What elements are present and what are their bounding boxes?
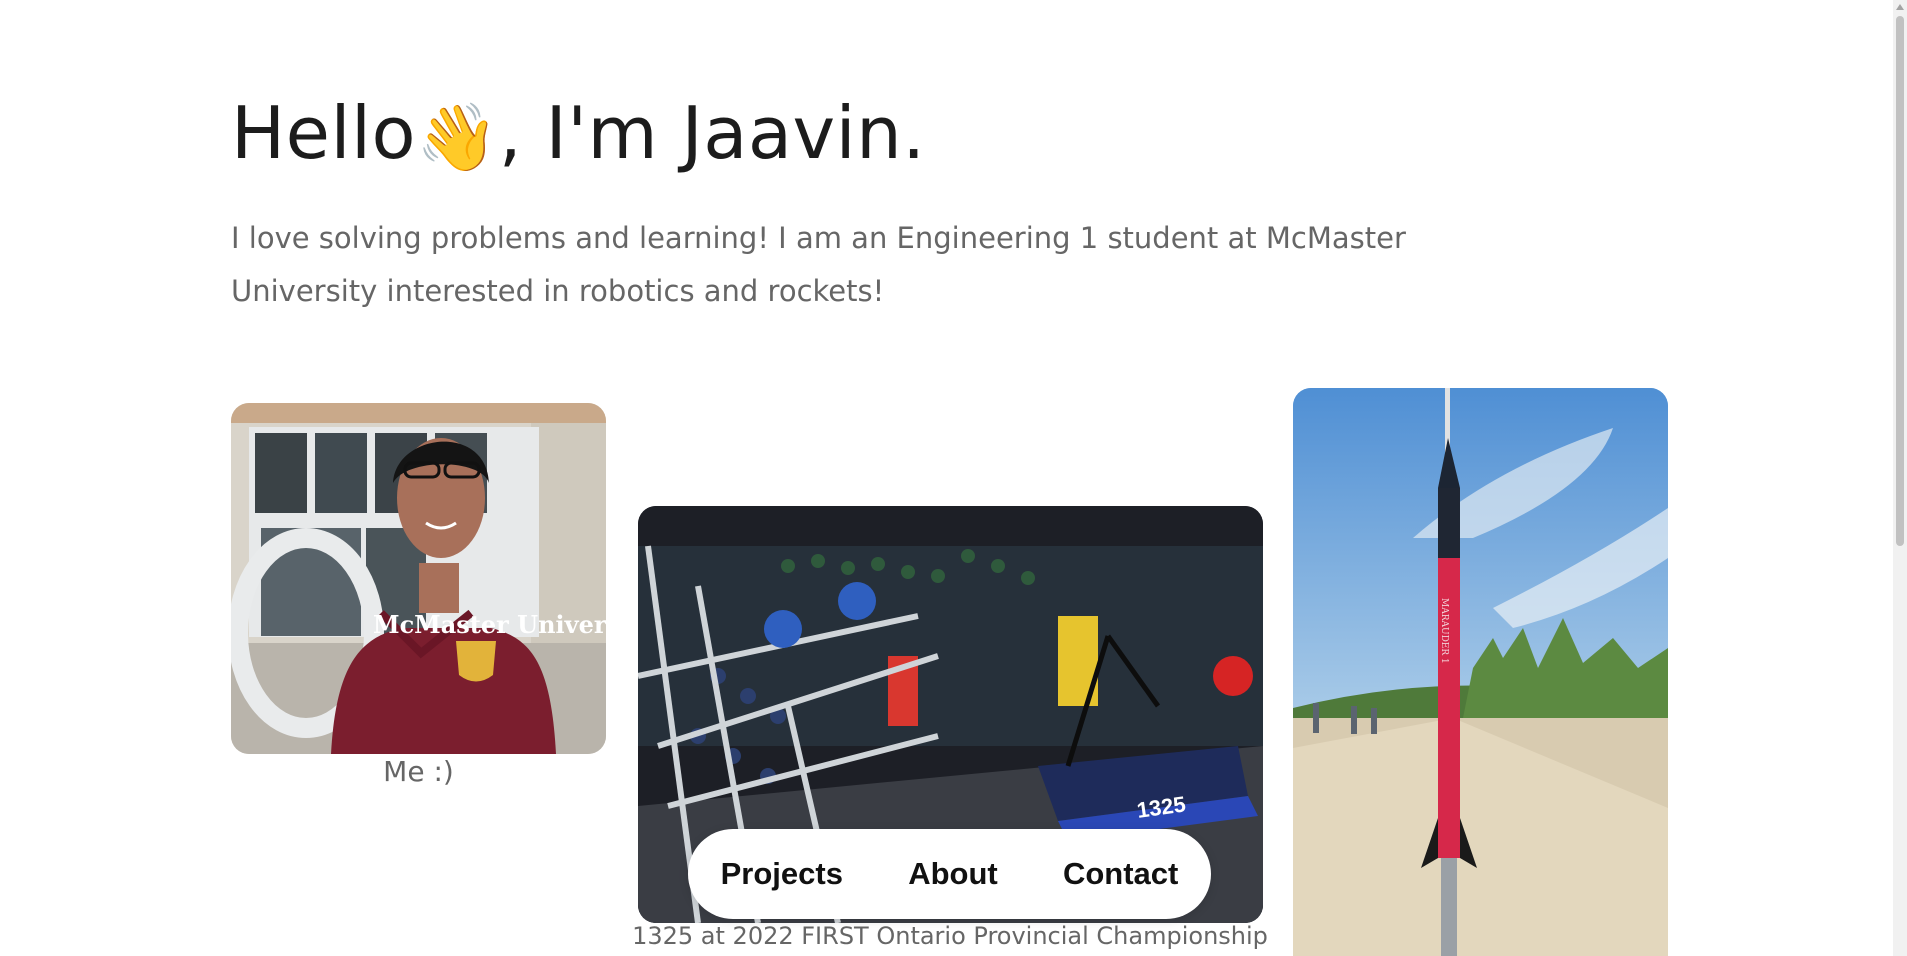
portrait-photo: McMaster University [231,403,606,754]
portrait-illustration: McMaster University [231,403,606,754]
nav-contact-link[interactable]: Contact [1049,846,1192,902]
name-text: , I'm Jaavin. [498,91,926,175]
rocket-illustration: MARAUDER 1 [1293,388,1668,956]
hoodie-text: McMaster University [373,610,606,639]
waving-hand-icon: 👋 [416,99,499,176]
portrait-caption: Me :) [383,755,454,788]
scrollbar-thumb[interactable] [1896,16,1904,546]
robot-caption: 1325 at 2022 FIRST Ontario Provincial Ch… [632,922,1268,950]
rocket-photo: MARAUDER 1 [1293,388,1668,956]
page-title: Hello👋, I'm Jaavin. [231,88,926,183]
greeting-text: Hello [231,91,416,175]
vertical-scrollbar[interactable] [1893,0,1907,956]
intro-text: I love solving problems and learning! I … [231,221,1406,308]
scroll-up-arrow-icon[interactable] [1896,4,1904,10]
floating-nav: Projects About Contact [688,829,1211,919]
nav-projects-link[interactable]: Projects [707,846,857,902]
nav-about-link[interactable]: About [894,846,1012,902]
rocket-text: MARAUDER 1 [1439,598,1449,664]
